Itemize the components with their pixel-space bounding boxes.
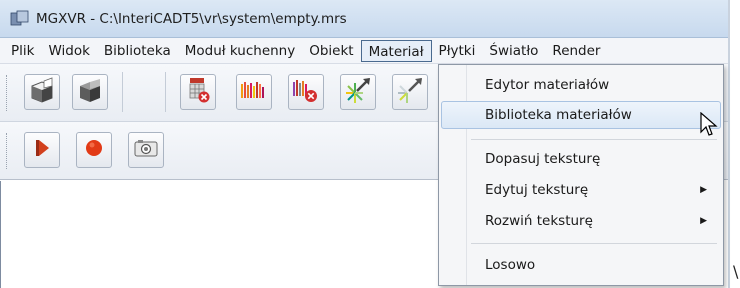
cube-open-icon xyxy=(28,76,56,108)
starburst-arrow-icon xyxy=(343,75,373,109)
material-grid-delete-icon xyxy=(184,76,212,108)
toolbar-grip[interactable] xyxy=(6,75,9,111)
starburst-arrow-alt-button[interactable] xyxy=(392,74,428,110)
menu-item-edytuj-teksture[interactable]: Edytuj teksturę ▶ xyxy=(441,176,721,204)
menu-item-label: Edytor materiałów xyxy=(485,77,610,93)
menu-item-biblioteka-materialow[interactable]: Biblioteka materiałów xyxy=(441,101,721,129)
menu-obiekt[interactable]: Obiekt xyxy=(302,40,360,62)
menu-separator xyxy=(471,139,717,140)
camera-icon xyxy=(133,137,159,163)
toolbar-separator xyxy=(165,72,166,112)
stray-glyph: \ xyxy=(733,262,739,281)
menu-item-losowo[interactable]: Losowo xyxy=(441,251,721,279)
mouse-cursor-icon xyxy=(700,111,718,138)
color-bars-button[interactable] xyxy=(236,74,272,110)
menu-item-label: Biblioteka materiałów xyxy=(485,107,632,123)
menu-item-edytor-materialow[interactable]: Edytor materiałów xyxy=(441,71,721,99)
color-bars-delete-button[interactable] xyxy=(288,74,324,110)
submenu-arrow-icon: ▶ xyxy=(700,216,707,226)
menu-plytki[interactable]: Płytki xyxy=(432,40,483,62)
color-bars-icon xyxy=(239,76,269,108)
menu-item-label: Edytuj teksturę xyxy=(485,182,589,198)
title-bar: MGXVR - C:\InteriCADT5\vr\system\empty.m… xyxy=(0,0,728,38)
toolbar-separator xyxy=(122,72,123,112)
menu-item-label: Losowo xyxy=(485,257,536,273)
window-frame-edge xyxy=(728,0,730,288)
menu-item-label: Rozwiń teksturę xyxy=(485,213,593,229)
menu-bar: Plik Widok Biblioteka Moduł kuchenny Obi… xyxy=(0,38,728,64)
play-button[interactable] xyxy=(24,132,60,168)
menu-biblioteka[interactable]: Biblioteka xyxy=(97,40,178,62)
menu-item-rozwin-teksture[interactable]: Rozwiń teksturę ▶ xyxy=(441,207,721,235)
menu-render[interactable]: Render xyxy=(545,40,607,62)
starburst-arrow-alt-icon xyxy=(395,75,425,109)
menu-material[interactable]: Materiał xyxy=(360,39,432,62)
play-icon xyxy=(31,136,53,164)
camera-button[interactable] xyxy=(128,132,164,168)
menu-item-label: Dopasuj teksturę xyxy=(485,151,601,167)
material-dropdown-menu: Edytor materiałów Biblioteka materiałów … xyxy=(438,64,724,286)
menu-widok[interactable]: Widok xyxy=(41,40,96,62)
submenu-arrow-icon: ▶ xyxy=(700,185,707,195)
starburst-arrow-button[interactable] xyxy=(340,74,376,110)
record-button[interactable] xyxy=(76,132,112,168)
cube-solid-icon xyxy=(76,76,104,108)
toolbar-grip[interactable] xyxy=(6,133,9,169)
cube-open-button[interactable] xyxy=(24,74,60,110)
app-icon xyxy=(10,10,30,28)
menu-item-dopasuj-teksture[interactable]: Dopasuj teksturę xyxy=(441,145,721,173)
cube-solid-button[interactable] xyxy=(72,74,108,110)
window-title: MGXVR - C:\InteriCADT5\vr\system\empty.m… xyxy=(36,10,347,27)
menu-separator xyxy=(471,243,717,244)
menu-swiatlo[interactable]: Światło xyxy=(482,40,545,62)
material-grid-delete-button[interactable] xyxy=(180,74,216,110)
menu-plik[interactable]: Plik xyxy=(4,40,41,62)
menu-modul-kuchenny[interactable]: Moduł kuchenny xyxy=(178,40,303,62)
color-bars-delete-icon xyxy=(291,76,321,108)
record-icon xyxy=(82,136,106,164)
